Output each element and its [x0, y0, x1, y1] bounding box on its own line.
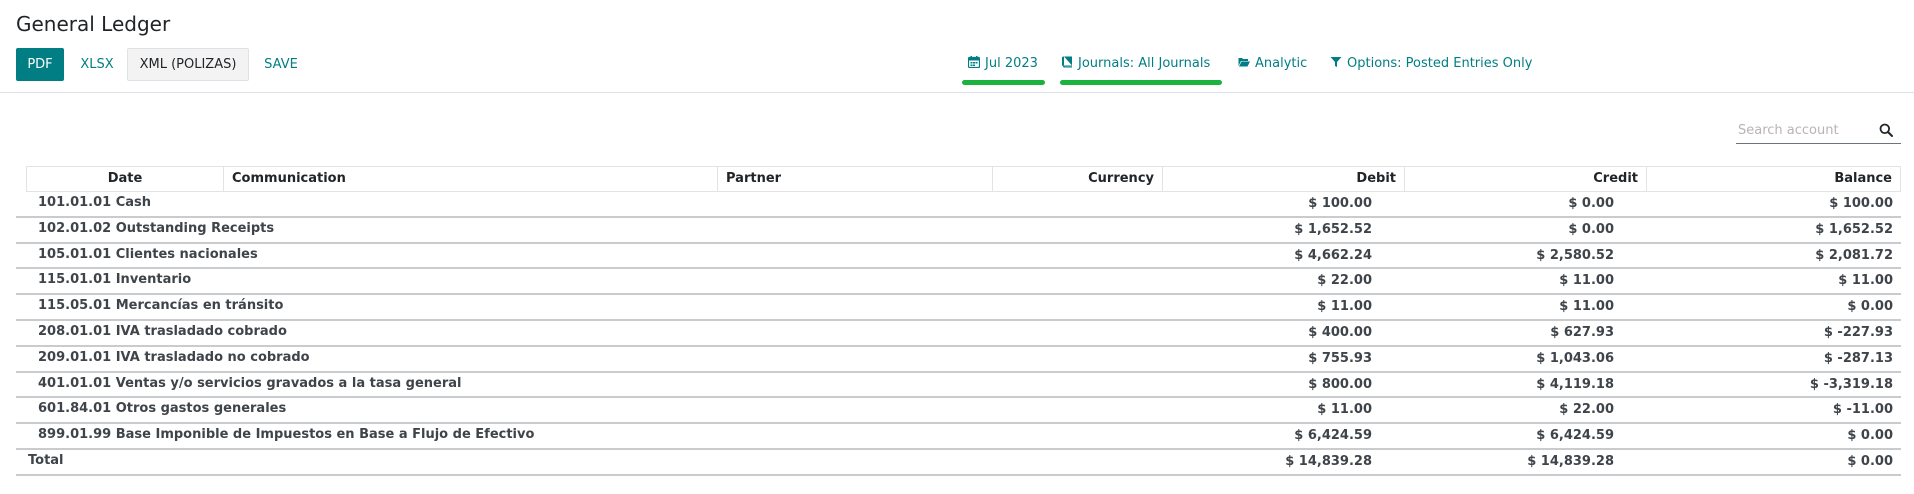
header-communication[interactable]: Communication: [223, 166, 718, 192]
account-name: 208.01.01 IVA trasladado cobrado: [38, 323, 287, 339]
account-debit: $ 755.93: [1308, 350, 1372, 366]
account-balance: $ -3,319.18: [1809, 376, 1893, 392]
account-credit: $ 4,119.18: [1536, 376, 1614, 392]
account-debit: $ 800.00: [1308, 376, 1372, 392]
account-credit: $ 22.00: [1559, 402, 1614, 418]
total-debit: $ 14,839.28: [1285, 453, 1372, 469]
account-name: 401.01.01 Ventas y/o servicios gravados …: [38, 375, 462, 391]
xlsx-button[interactable]: XLSX: [70, 48, 124, 81]
account-row[interactable]: 209.01.01 IVA trasladado no cobrado $ 75…: [16, 347, 1901, 373]
xml-polizas-button[interactable]: XML (POLIZAS): [127, 48, 249, 81]
account-credit: $ 0.00: [1568, 196, 1614, 211]
general-ledger-table: Date Communication Partner Currency Debi…: [16, 166, 1901, 476]
header-partner[interactable]: Partner: [717, 166, 993, 192]
control-panel: General Ledger PDF XLSX XML (POLIZAS) SA…: [0, 0, 1914, 93]
account-row[interactable]: 601.84.01 Otros gastos generales $ 11.00…: [16, 398, 1901, 425]
account-debit: $ 1,652.52: [1294, 221, 1372, 237]
header-credit[interactable]: Credit: [1404, 166, 1647, 192]
save-button[interactable]: SAVE: [254, 48, 308, 81]
account-credit: $ 627.93: [1550, 324, 1614, 340]
account-credit: $ 11.00: [1559, 273, 1614, 289]
account-debit: $ 100.00: [1308, 196, 1372, 211]
account-balance: $ 100.00: [1829, 196, 1893, 211]
search-box: [1736, 118, 1901, 144]
account-balance: $ 1,652.52: [1815, 221, 1893, 237]
search-input[interactable]: [1736, 118, 1874, 142]
account-name: 601.84.01 Otros gastos generales: [38, 401, 287, 417]
account-credit: $ 11.00: [1559, 299, 1614, 315]
account-debit: $ 22.00: [1317, 273, 1372, 289]
pdf-button[interactable]: PDF: [16, 48, 64, 81]
header-debit[interactable]: Debit: [1162, 166, 1405, 192]
account-balance: $ -11.00: [1832, 402, 1893, 418]
options-filter[interactable]: Options: Posted Entries Only: [1330, 54, 1532, 76]
filter-icon: [1330, 57, 1342, 67]
account-name: 115.05.01 Mercancías en tránsito: [38, 298, 284, 314]
account-credit: $ 6,424.59: [1536, 428, 1614, 444]
account-debit: $ 6,424.59: [1294, 428, 1372, 444]
total-balance: $ 0.00: [1847, 453, 1893, 469]
total-row: Total $ 14,839.28 $ 14,839.28 $ 0.00: [16, 450, 1901, 476]
account-row[interactable]: 899.01.99 Base Imponible de Impuestos en…: [16, 424, 1901, 450]
account-credit: $ 1,043.06: [1536, 350, 1614, 366]
folder-open-icon: [1238, 58, 1250, 67]
account-name: 105.01.01 Clientes nacionales: [38, 246, 258, 262]
date-filter-label: Jul 2023: [985, 56, 1038, 71]
search-icon[interactable]: [1879, 123, 1893, 137]
journals-filter-label: Journals: All Journals: [1078, 56, 1211, 71]
date-filter[interactable]: Jul 2023: [967, 54, 1038, 76]
total-credit: $ 14,839.28: [1527, 453, 1614, 469]
account-name: 899.01.99 Base Imponible de Impuestos en…: [38, 427, 535, 443]
header-currency[interactable]: Currency: [992, 166, 1163, 192]
account-name: 115.01.01 Inventario: [38, 272, 192, 288]
options-filter-label: Options: Posted Entries Only: [1347, 56, 1533, 71]
account-row[interactable]: 208.01.01 IVA trasladado cobrado $ 400.0…: [16, 321, 1901, 347]
date-filter-highlight: [962, 80, 1045, 85]
account-name: 209.01.01 IVA trasladado no cobrado: [38, 349, 310, 365]
account-debit: $ 400.00: [1308, 324, 1372, 340]
account-row[interactable]: 115.01.01 Inventario $ 22.00 $ 11.00 $ 1…: [16, 269, 1901, 296]
calendar-icon: [967, 56, 981, 69]
total-label: Total: [28, 452, 64, 468]
page-title: General Ledger: [16, 12, 171, 36]
account-balance: $ 0.00: [1847, 299, 1893, 315]
account-row[interactable]: 101.01.01 Cash $ 100.00 $ 0.00 $ 100.00: [16, 192, 1901, 218]
account-balance: $ 0.00: [1847, 428, 1893, 444]
analytic-filter-label: Analytic: [1255, 56, 1308, 71]
account-debit: $ 11.00: [1317, 299, 1372, 315]
account-debit: $ 4,662.24: [1294, 247, 1372, 263]
account-row[interactable]: 102.01.02 Outstanding Receipts $ 1,652.5…: [16, 218, 1901, 244]
journals-filter-highlight: [1060, 80, 1222, 85]
account-debit: $ 11.00: [1317, 402, 1372, 418]
table-header: Date Communication Partner Currency Debi…: [16, 166, 1901, 192]
account-name: 102.01.02 Outstanding Receipts: [38, 220, 275, 236]
account-name: 101.01.01 Cash: [38, 195, 152, 210]
account-row[interactable]: 105.01.01 Clientes nacionales $ 4,662.24…: [16, 244, 1901, 270]
account-balance: $ 11.00: [1838, 273, 1893, 289]
header-date[interactable]: Date: [26, 166, 224, 192]
account-balance: $ -227.93: [1823, 324, 1893, 340]
journals-filter[interactable]: Journals: All Journals: [1061, 54, 1210, 76]
account-row[interactable]: 401.01.01 Ventas y/o servicios gravados …: [16, 373, 1901, 399]
account-credit: $ 0.00: [1568, 221, 1614, 237]
analytic-filter[interactable]: Analytic: [1238, 54, 1307, 76]
account-row[interactable]: 115.05.01 Mercancías en tránsito $ 11.00…: [16, 295, 1901, 321]
account-credit: $ 2,580.52: [1536, 247, 1614, 263]
header-balance[interactable]: Balance: [1646, 166, 1901, 192]
account-balance: $ -287.13: [1823, 350, 1893, 366]
book-icon: [1062, 56, 1072, 68]
account-balance: $ 2,081.72: [1815, 247, 1893, 263]
